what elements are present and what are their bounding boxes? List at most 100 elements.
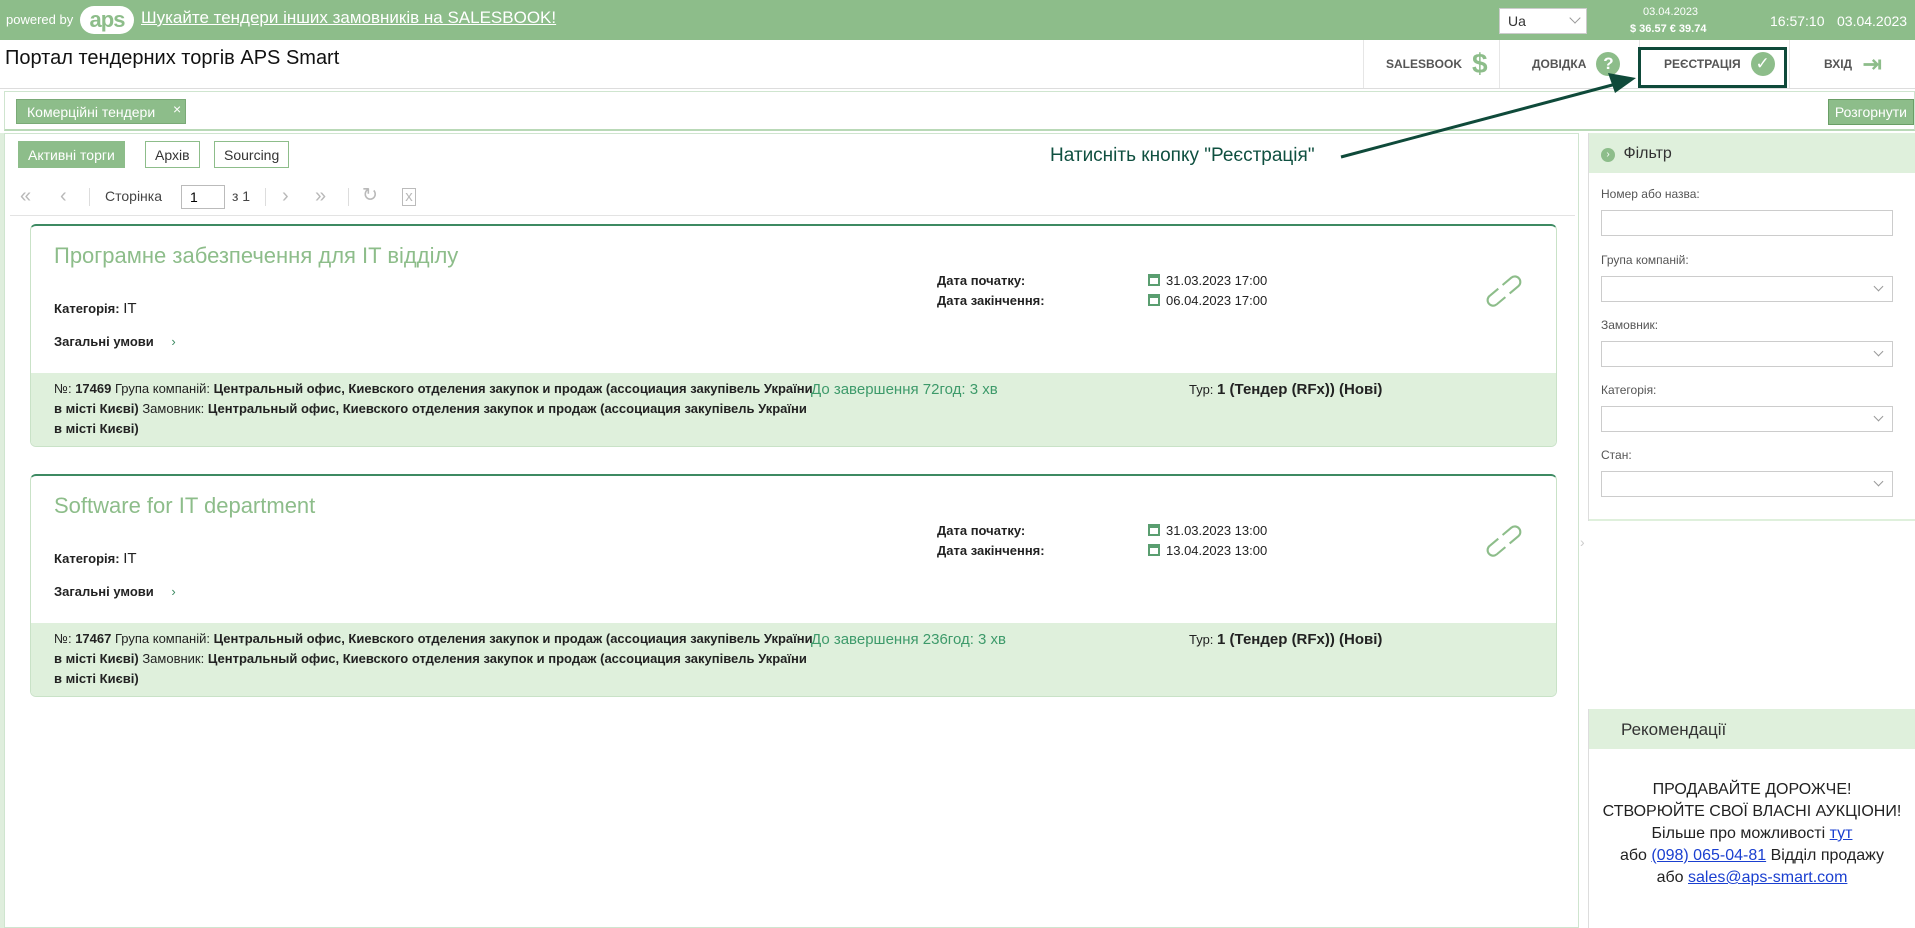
company-group-label: Група компаній:	[114, 381, 210, 396]
start-date-value: 31.03.2023 13:00	[1148, 523, 1267, 538]
next-page-icon[interactable]: ›	[282, 186, 289, 206]
chevron-right-icon: ›	[171, 584, 176, 599]
rec-line-5: або sales@aps-smart.com	[1589, 867, 1915, 889]
rec-phone-link[interactable]: (098) 065-04-81	[1651, 847, 1766, 864]
help-button[interactable]: ДОВІДКА ?	[1499, 40, 1639, 88]
end-date-text: 13.04.2023 13:00	[1166, 543, 1268, 558]
page-number-input[interactable]	[181, 185, 225, 209]
category-label: Категорія:	[54, 301, 120, 316]
language-select[interactable]: Ua	[1499, 8, 1587, 34]
general-terms-label: Загальні умови	[54, 584, 154, 599]
tour-label: Тур:	[1189, 632, 1214, 647]
start-date-label: Дата початку:	[937, 273, 1026, 288]
salesbook-promo-link[interactable]: Шукайте тендери інших замовників на SALE…	[141, 8, 556, 28]
page-label: Сторінка	[105, 188, 162, 204]
last-page-icon[interactable]: »	[315, 186, 326, 206]
header: Портал тендерних торгів APS Smart SALESB…	[0, 40, 1915, 89]
tender-info: №: 17467 Група компаній: Центральный офи…	[54, 629, 814, 689]
paperclip-icon[interactable]: ⊂⊃	[1475, 263, 1532, 318]
rec-more-link[interactable]: тут	[1830, 825, 1853, 842]
close-icon[interactable]: ×	[173, 101, 181, 117]
general-terms-label: Загальні умови	[54, 334, 154, 349]
help-label: ДОВІДКА	[1532, 57, 1587, 71]
pager-divider	[348, 188, 349, 206]
category-label: Категорія:	[54, 551, 120, 566]
expand-button[interactable]: Розгорнути	[1827, 99, 1914, 125]
tender-title[interactable]: Software for IT department	[54, 493, 315, 519]
rec-email-link[interactable]: sales@aps-smart.com	[1688, 869, 1847, 886]
powered-by-label: powered by	[6, 12, 74, 27]
general-terms-toggle[interactable]: Загальні умови ›	[54, 584, 176, 599]
filter-customer-select[interactable]	[1601, 341, 1893, 367]
countdown-timer: До завершення 236год: 3 хв	[811, 631, 1007, 648]
tab-commercial-label: Комерційні тендери	[27, 104, 156, 120]
filter-number-input[interactable]	[1601, 210, 1893, 236]
rec-or-text: або	[1619, 847, 1647, 864]
filter-category-select[interactable]	[1601, 406, 1893, 432]
collapse-sidebar-arrow[interactable]: ›	[1580, 534, 1585, 550]
currency-rates: $ 36.57 € 39.74	[1630, 23, 1707, 35]
start-date-text: 31.03.2023 17:00	[1166, 273, 1268, 288]
tender-footer: №: 17467 Група компаній: Центральный офи…	[31, 623, 1556, 696]
pagination-toolbar: « ‹ Сторінка з 1 › » ↻ x	[10, 178, 1575, 216]
page-count-label: з 1	[232, 188, 251, 204]
excel-export-icon[interactable]: x	[402, 188, 416, 206]
end-date-value: 06.04.2023 17:00	[1148, 293, 1267, 308]
rec-more-text: Більше про можливості	[1651, 825, 1826, 842]
tour-info: Тур: 1 (Тендер (RFx)) (Нові)	[1189, 631, 1382, 648]
end-date-value: 13.04.2023 13:00	[1148, 543, 1267, 558]
paperclip-icon[interactable]: ⊂⊃	[1475, 513, 1532, 568]
tender-category: Категорія: IT	[54, 300, 137, 317]
calendar-icon	[1148, 524, 1160, 536]
login-button[interactable]: ВХІД ⇥	[1789, 40, 1915, 88]
category-value: IT	[123, 550, 137, 567]
prev-page-icon[interactable]: ‹	[60, 186, 67, 206]
tab-commercial-tenders[interactable]: Комерційні тендери ×	[16, 99, 187, 124]
clock-time: 16:57:10	[1770, 13, 1825, 29]
subtab-sourcing[interactable]: Sourcing	[214, 141, 290, 168]
customer-label: Замовник:	[142, 651, 205, 666]
filter-divider	[1589, 519, 1915, 521]
filter-company-group-select[interactable]	[1601, 276, 1893, 302]
pager-divider	[89, 188, 90, 206]
tender-card[interactable]: Software for IT department Категорія: IT…	[30, 474, 1557, 697]
filter-header[interactable]: › Фільтр	[1589, 133, 1915, 173]
first-page-icon[interactable]: «	[20, 186, 31, 206]
rec-line-2: СТВОРЮЙТЕ СВОЇ ВЛАСНІ АУКЦІОНИ!	[1602, 803, 1902, 820]
filter-title: Фільтр	[1623, 145, 1672, 162]
number-label: №:	[54, 631, 72, 646]
filter-panel: › Фільтр Номер або назва: Група компаній…	[1588, 133, 1915, 521]
chevron-down-icon	[1569, 12, 1581, 24]
general-terms-toggle[interactable]: Загальні умови ›	[54, 334, 176, 349]
tender-number: 17467	[75, 631, 112, 646]
pager-divider	[265, 188, 266, 206]
calendar-icon	[1148, 294, 1160, 306]
filter-label-number: Номер або назва:	[1601, 187, 1700, 201]
refresh-icon[interactable]: ↻	[362, 186, 378, 206]
tender-title[interactable]: Програмне забезпечення для IT відділу	[54, 243, 458, 269]
page-title: Портал тендерних торгів APS Smart	[5, 47, 340, 69]
tab-strip: Комерційні тендери × Розгорнути	[4, 91, 1915, 131]
recommendations-panel: Рекомендації ПРОДАВАЙТЕ ДОРОЖЧЕ! СТВОРЮЙ…	[1588, 709, 1915, 928]
tender-footer: №: 17469 Група компаній: Центральный офи…	[31, 373, 1556, 446]
tour-value: 1 (Тендер (RFx)) (Нові)	[1217, 631, 1383, 648]
login-label: ВХІД	[1824, 57, 1853, 71]
filter-state-select[interactable]	[1601, 471, 1893, 497]
aps-logo[interactable]: aps	[80, 6, 134, 34]
category-value: IT	[123, 300, 137, 317]
salesbook-button[interactable]: SALESBOOK $	[1363, 40, 1499, 88]
tender-card[interactable]: Програмне забезпечення для IT відділу Ка…	[30, 224, 1557, 447]
subtab-active-auctions[interactable]: Активні торги	[18, 141, 125, 168]
rec-line-3: Більше про можливості тут	[1589, 823, 1915, 845]
question-icon: ?	[1596, 52, 1621, 76]
customer-label: Замовник:	[142, 401, 205, 416]
filter-label-customer: Замовник:	[1601, 318, 1659, 332]
register-highlight-frame	[1638, 47, 1787, 88]
calendar-icon	[1148, 544, 1160, 556]
tour-info: Тур: 1 (Тендер (RFx)) (Нові)	[1189, 381, 1382, 398]
company-group-label: Група компаній:	[114, 631, 210, 646]
sign-in-icon: ⇥	[1862, 50, 1883, 78]
rec-line-1: ПРОДАВАЙТЕ ДОРОЖЧЕ!	[1652, 781, 1852, 798]
subtab-archive[interactable]: Архів	[145, 141, 200, 168]
tour-label: Тур:	[1189, 382, 1214, 397]
